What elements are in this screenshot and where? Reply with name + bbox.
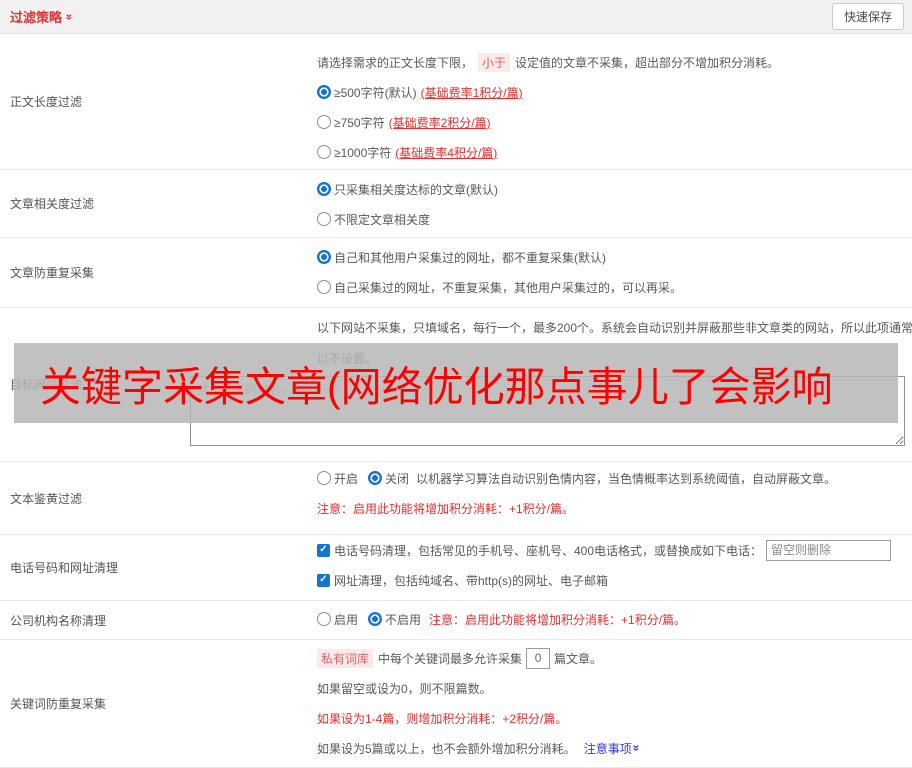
- row-keyword-dedup: 关键词防重复采集 私有词库 中每个关键词最多允许采集 篇文章。 如果留空或设为0…: [0, 640, 912, 768]
- option-label: ≥500字符(默认): [334, 85, 417, 100]
- keyword-dedup-line3: 如果设为1-4篇，则增加积分消耗：+2积分/篇。: [317, 711, 568, 726]
- topbar: 过滤策略 快速保存: [0, 0, 912, 34]
- length-filter-intro: 请选择需求的正文长度下限， 小于 设定值的文章不采集，超出部分不增加积分消耗。: [317, 47, 912, 77]
- row-label: 文章相关度过滤: [10, 197, 95, 211]
- option-cost: (基础费率4积分/篇): [395, 145, 498, 160]
- option-label: ≥750字符: [334, 115, 385, 130]
- radio-length-750[interactable]: [317, 115, 331, 129]
- watermark-banner-text: 关键字采集文章(网络优化那点事儿了会影响: [40, 364, 833, 410]
- company-clean-note: 注意：启用此功能将增加积分消耗：+1积分/篇。: [429, 612, 687, 627]
- radio-company-enable[interactable]: [317, 612, 331, 626]
- option-label: 关闭: [385, 471, 410, 486]
- watermark-banner-overlay: 关键字采集文章(网络优化那点事儿了会影响: [14, 343, 898, 423]
- intro-text-pre: 请选择需求的正文长度下限，: [317, 55, 474, 70]
- relevance-option-any[interactable]: 不限定文章相关度: [317, 204, 912, 234]
- relevance-option-strict[interactable]: 只采集相关度达标的文章(默认): [317, 174, 912, 204]
- keyword-dedup-line2: 如果留空或设为0，则不限篇数。: [317, 681, 492, 696]
- radio-dedup-self-only[interactable]: [317, 280, 331, 294]
- quick-save-button[interactable]: 快速保存: [831, 3, 904, 30]
- less-than-badge: 小于: [478, 52, 511, 72]
- option-label: ≥1000字符: [334, 145, 392, 160]
- notice-link[interactable]: 注意事项: [584, 740, 640, 757]
- radio-porn-on[interactable]: [317, 471, 331, 485]
- section-title[interactable]: 过滤策略: [10, 7, 73, 26]
- intro-text-post: 设定值的文章不采集，超出部分不增加积分消耗。: [515, 55, 780, 70]
- row-label: 正文长度过滤: [10, 95, 83, 109]
- section-title-text: 过滤策略: [10, 10, 63, 25]
- option-label: 启用: [334, 612, 359, 627]
- replacement-phone-input[interactable]: [766, 539, 892, 561]
- url-clean-label: 网址清理，包括纯域名、带http(s)的网址、电子邮箱: [334, 573, 609, 588]
- radio-porn-off[interactable]: [368, 471, 383, 485]
- row-label: 公司机构名称清理: [10, 613, 107, 628]
- dedup-option-self-only[interactable]: 自己采集过的网址，不重复采集，其他用户采集过的，可以再采。: [317, 272, 912, 302]
- radio-dedup-all-users[interactable]: [317, 250, 331, 264]
- keyword-dedup-line4: 如果设为5篇或以上，也不会额外增加积分消耗。: [317, 741, 576, 756]
- row-label: 文本鉴黄过滤: [10, 491, 83, 506]
- porn-filter-note: 注意：启用此功能将增加积分消耗：+1积分/篇。: [317, 501, 575, 516]
- double-chevron-down-icon: [63, 13, 75, 20]
- target-site-desc-line1: 以下网站不采集，只填域名，每行一个，最多200个。系统会自动识别并屏蔽那些非文章…: [317, 321, 912, 335]
- option-label: 不启用: [385, 612, 422, 627]
- radio-relevance-strict[interactable]: [317, 182, 331, 196]
- row-dedup-collect: 文章防重复采集 自己和其他用户采集过的网址，都不重复采集(默认) 自己采集过的网…: [0, 238, 912, 308]
- row-label: 关键词防重复采集: [10, 697, 107, 711]
- option-label: 自己和其他用户采集过的网址，都不重复采集(默认): [334, 250, 606, 265]
- radio-company-disable[interactable]: [368, 612, 383, 626]
- length-option-1000[interactable]: ≥1000字符 (基础费率4积分/篇): [317, 137, 912, 167]
- checkbox-url-clean[interactable]: [317, 573, 330, 587]
- row-phone-url-clean: 电话号码和网址清理 电话号码清理，包括常见的手机号、座机号、400电话格式，或替…: [0, 535, 912, 601]
- option-label: 只采集相关度达标的文章(默认): [334, 182, 498, 197]
- row-company-clean: 公司机构名称清理 启用 不启用 注意：启用此功能将增加积分消耗：+1积分/篇。: [0, 601, 912, 640]
- radio-relevance-any[interactable]: [317, 212, 331, 226]
- row-label: 文章防重复采集: [10, 266, 95, 280]
- length-option-500[interactable]: ≥500字符(默认) (基础费率1积分/篇): [317, 77, 912, 107]
- option-cost: (基础费率2积分/篇): [388, 115, 491, 130]
- option-label: 不限定文章相关度: [334, 212, 431, 227]
- radio-length-1000[interactable]: [317, 145, 331, 159]
- keyword-limit-input[interactable]: [526, 647, 551, 669]
- length-option-750[interactable]: ≥750字符 (基础费率2积分/篇): [317, 107, 912, 137]
- dedup-option-all-users[interactable]: 自己和其他用户采集过的网址，都不重复采集(默认): [317, 242, 912, 272]
- keyword-limit-suffix: 篇文章。: [554, 651, 603, 666]
- private-lexicon-badge: 私有词库: [317, 648, 374, 668]
- row-porn-filter: 文本鉴黄过滤 开启 关闭 以机器学习算法自动识别色情内容，当色情概率达到系统阈值…: [0, 462, 912, 535]
- phone-clean-label: 电话号码清理，包括常见的手机号、座机号、400电话格式，或替换成如下电话：: [334, 543, 763, 558]
- option-label: 自己采集过的网址，不重复采集，其他用户采集过的，可以再采。: [334, 280, 683, 295]
- option-cost: (基础费率1积分/篇): [420, 85, 523, 100]
- row-relevance-filter: 文章相关度过滤 只采集相关度达标的文章(默认) 不限定文章相关度: [0, 170, 912, 238]
- porn-filter-desc: 以机器学习算法自动识别色情内容，当色情概率达到系统阈值，自动屏蔽文章。: [416, 471, 837, 486]
- double-chevron-down-icon: [630, 745, 642, 752]
- keyword-limit-text: 中每个关键词最多允许采集: [378, 651, 523, 666]
- option-label: 开启: [334, 471, 359, 486]
- radio-length-500[interactable]: [317, 85, 331, 99]
- checkbox-phone-clean[interactable]: [317, 543, 330, 557]
- notice-link-label: 注意事项: [583, 741, 632, 756]
- row-length-filter: 正文长度过滤 请选择需求的正文长度下限， 小于 设定值的文章不采集，超出部分不增…: [0, 34, 912, 170]
- row-label: 电话号码和网址清理: [10, 561, 119, 575]
